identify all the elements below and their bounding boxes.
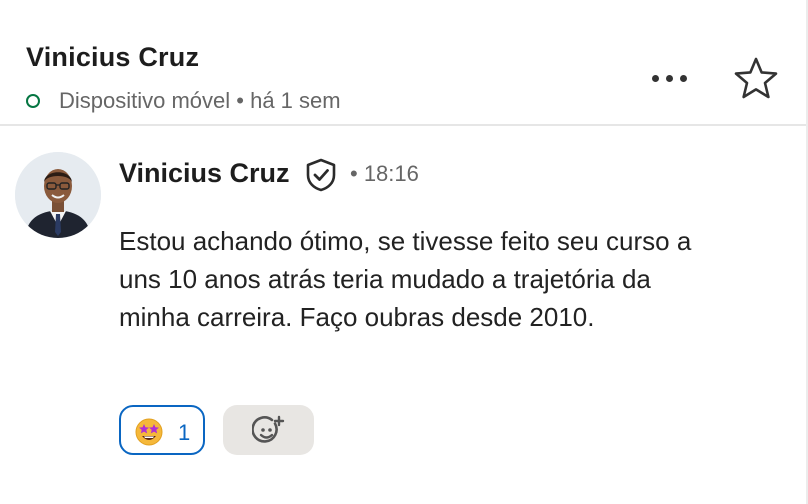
conversation-header: Vinicius Cruz Dispositivo móvel • há 1 s… [0,0,808,124]
presence-status: Dispositivo móvel • há 1 sem [59,88,341,113]
add-reaction-button[interactable] [223,405,314,455]
star-struck-emoji-icon [135,418,163,446]
message-sender-name[interactable]: Vinicius Cruz [119,158,290,189]
conversation-title[interactable]: Vinicius Cruz [26,42,199,73]
reaction-count: 1 [178,420,191,445]
message-timestamp: • 18:16 [350,161,419,186]
add-reaction-icon [252,415,285,443]
avatar[interactable] [15,152,101,238]
message-body: Estou achando ótimo, se tivesse feito se… [119,226,692,332]
avatar-photo [15,152,101,238]
more-options-dot [679,74,687,82]
header-divider [0,124,808,126]
verified-shield-icon [306,158,336,192]
more-options-button[interactable] [640,58,698,98]
more-options-dot [665,74,673,82]
reaction-star-struck[interactable]: 1 [119,405,205,455]
online-dot-icon [26,94,40,108]
star-button[interactable] [730,54,782,104]
more-options-icon [651,74,659,82]
star-icon [734,57,778,99]
